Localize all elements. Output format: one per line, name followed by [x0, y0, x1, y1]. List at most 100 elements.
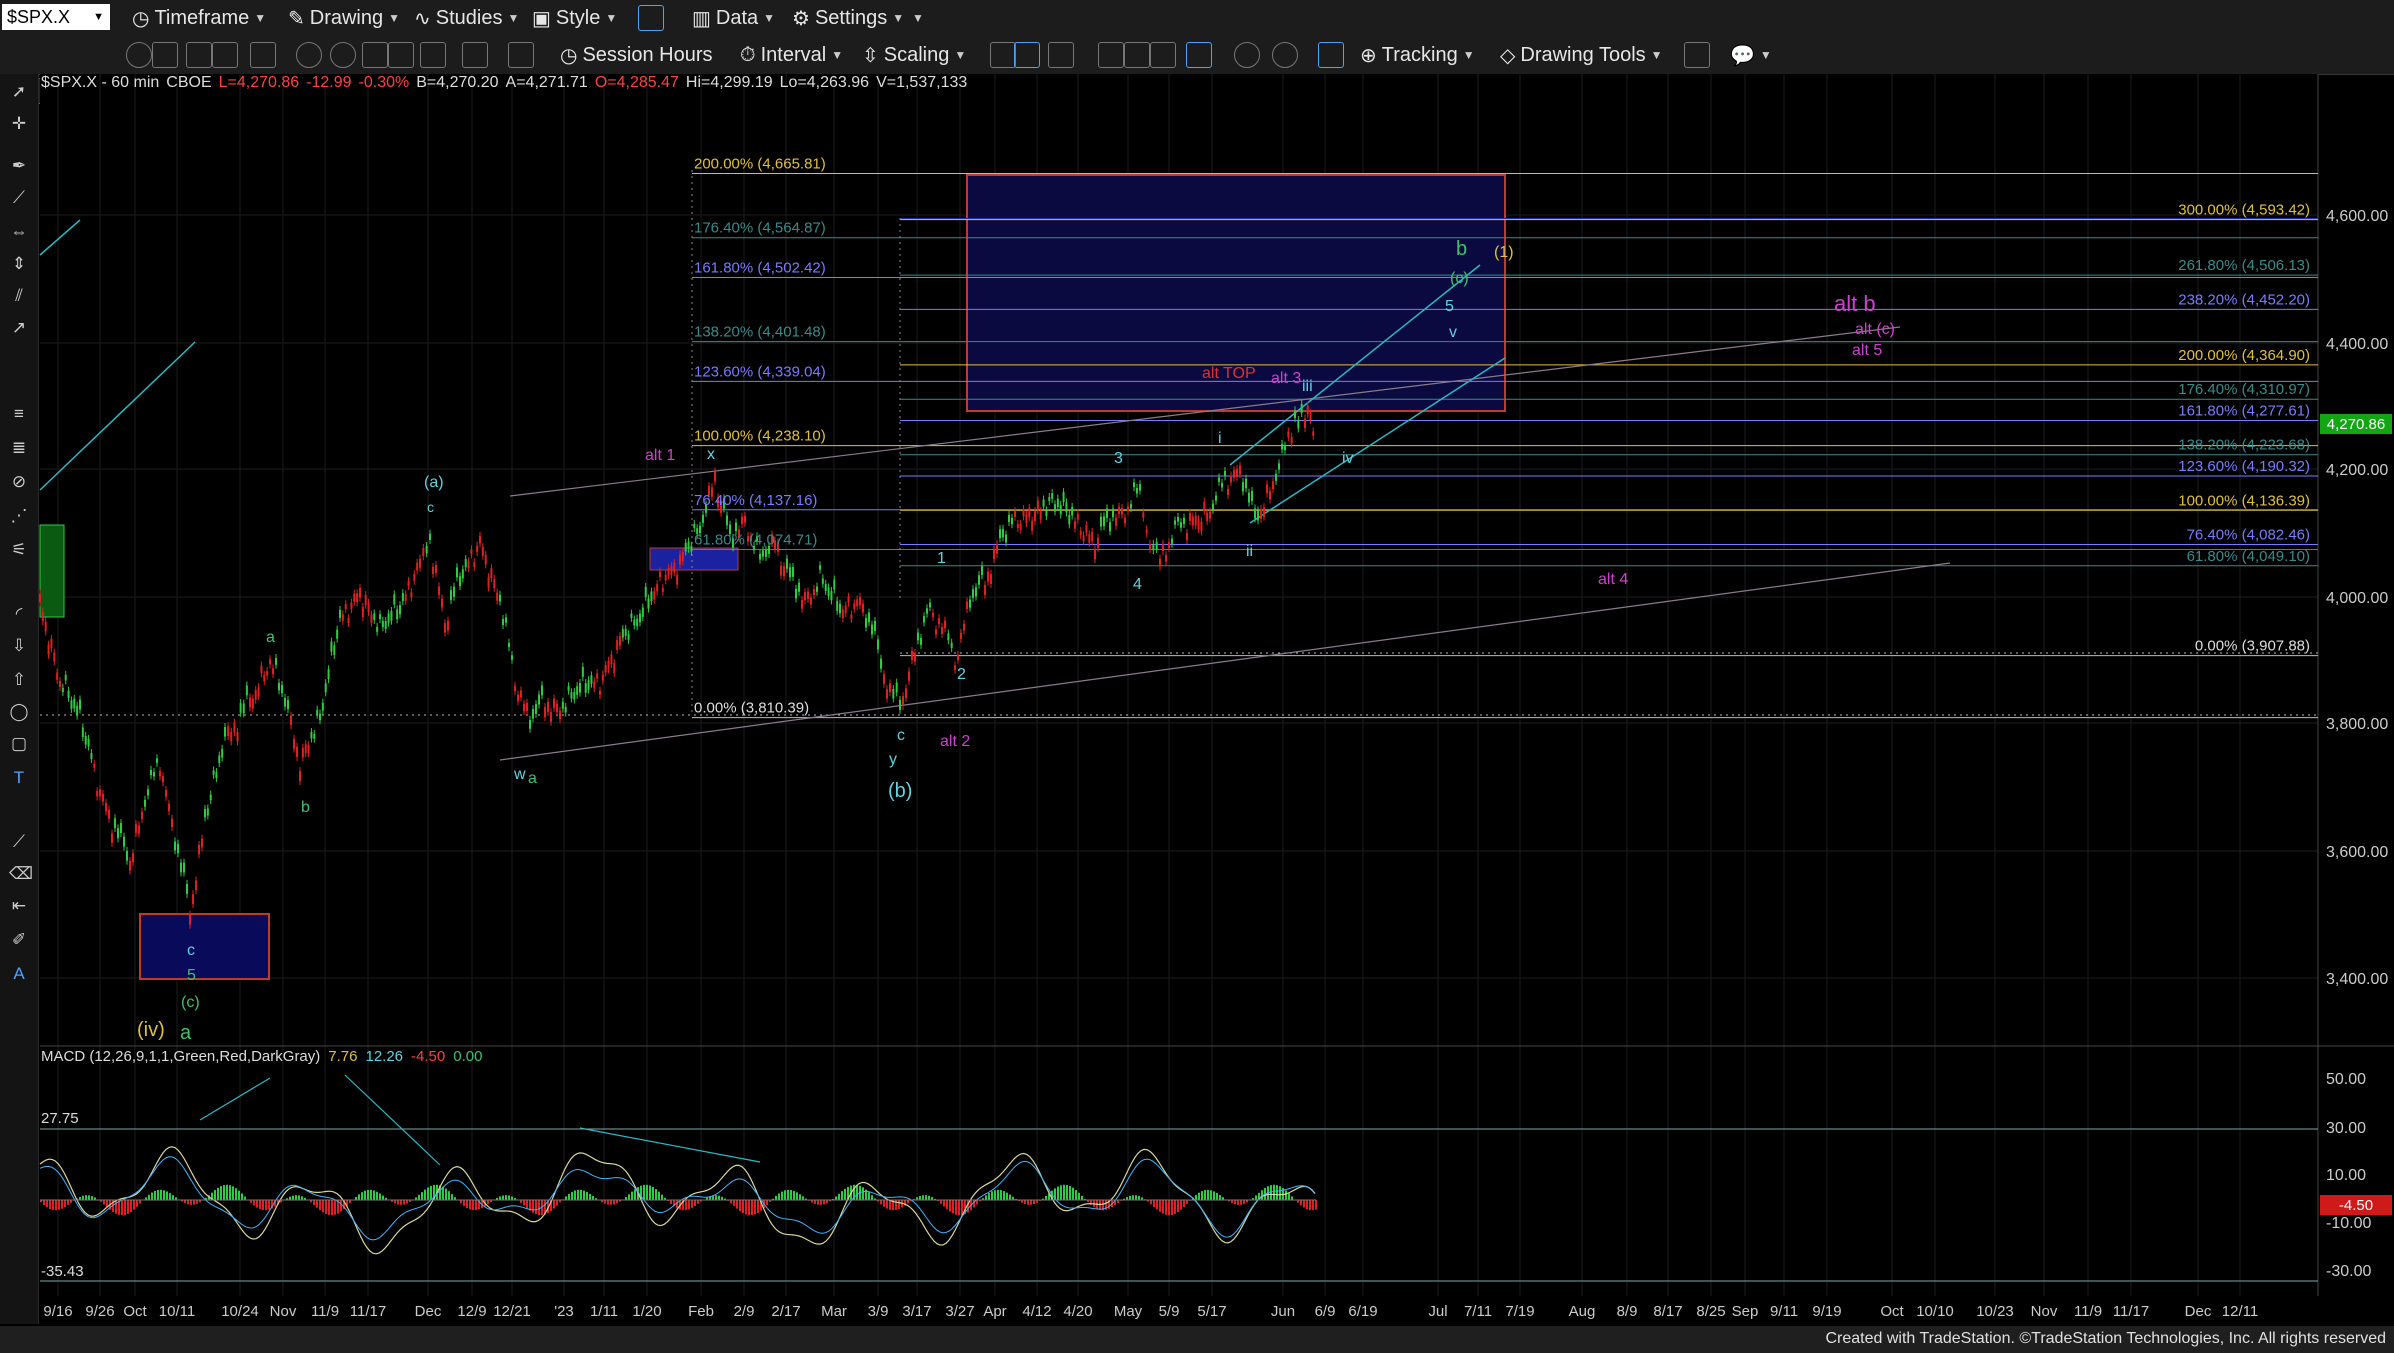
macd-bar — [448, 1191, 450, 1200]
candle-body — [1014, 511, 1016, 517]
macd-bar — [103, 1200, 105, 1205]
macd-trendline-1[interactable] — [199, 1077, 271, 1121]
candle-body — [479, 535, 481, 544]
candle-body — [1236, 468, 1238, 478]
macd-bar — [1003, 1191, 1005, 1200]
candle-body — [690, 545, 693, 552]
candle-body — [61, 687, 64, 692]
time-tick-label: Nov — [2031, 1303, 2058, 1320]
candle-body — [81, 727, 84, 738]
candle-body — [947, 633, 950, 641]
candle-body — [892, 689, 895, 699]
macd-bar — [775, 1195, 777, 1200]
price-tick-label: 3,800.00 — [2326, 716, 2388, 733]
candle-body — [1068, 514, 1071, 525]
macd-bar — [787, 1189, 789, 1200]
candle-body — [981, 565, 983, 576]
candle-body — [1297, 419, 1300, 429]
macd-bar — [475, 1200, 477, 1211]
candle-body — [461, 569, 464, 579]
macd-bar — [862, 1187, 864, 1200]
candle-body — [263, 674, 266, 682]
candle-body — [490, 568, 493, 579]
candle-body — [404, 594, 407, 601]
candle-body — [105, 803, 107, 812]
macd-bar — [742, 1200, 744, 1214]
candle-body — [301, 747, 304, 758]
macd-bar — [502, 1195, 504, 1200]
candle-body — [836, 600, 839, 611]
green-box[interactable] — [39, 524, 65, 618]
candle-body — [553, 698, 555, 708]
candle-body — [664, 574, 667, 581]
candle-body — [44, 621, 47, 632]
macd-bar — [43, 1200, 45, 1205]
macd-bar — [121, 1200, 123, 1216]
candle-body — [180, 862, 182, 873]
candle-body — [313, 733, 316, 739]
macd-trendline-3[interactable] — [579, 1127, 761, 1163]
candle-body — [783, 566, 785, 577]
candle-body — [304, 744, 307, 754]
macd-bar — [925, 1195, 927, 1200]
candle-body — [641, 607, 644, 618]
candle-body — [1312, 431, 1315, 436]
candle-body — [1269, 491, 1271, 500]
fib-right-label: 238.20% (4,452.20) — [2178, 291, 2310, 308]
candle-body — [862, 603, 864, 613]
macd-bar — [841, 1191, 843, 1200]
time-tick-label: 9/19 — [1812, 1303, 1841, 1320]
candle-body — [1186, 532, 1188, 540]
wave-label-c-paren: (c) — [181, 994, 200, 1011]
candle-body — [596, 673, 599, 679]
time-tick-label: 2/17 — [771, 1303, 800, 1320]
macd-bar — [322, 1200, 324, 1213]
price-tick-label: 4,600.00 — [2326, 208, 2388, 225]
macd-axis[interactable]: 50.00 30.00 10.00 -10.00 -30.00 — [2326, 1071, 2371, 1280]
macd-bar — [1138, 1195, 1140, 1200]
time-tick-label: Jun — [1271, 1303, 1295, 1320]
macd-bar — [259, 1200, 261, 1210]
macd-bar — [1165, 1200, 1167, 1215]
candle-body — [1266, 484, 1268, 494]
candle-body — [880, 658, 882, 669]
time-tick-label: Dec — [2185, 1303, 2212, 1320]
macd-bar — [148, 1194, 150, 1200]
candle-body — [644, 586, 647, 597]
candle-body — [786, 558, 788, 569]
candle-body — [135, 824, 137, 834]
candle-body — [453, 586, 455, 597]
candle-body — [1005, 534, 1007, 543]
support-box[interactable] — [139, 913, 270, 980]
candle-body — [177, 843, 179, 854]
time-tick-label: Mar — [821, 1303, 847, 1320]
macd-bar — [1135, 1195, 1137, 1200]
macd-bar — [784, 1190, 786, 1200]
candle-body — [541, 685, 543, 696]
macd-bar — [697, 1200, 699, 1204]
macd-bar — [400, 1200, 402, 1205]
macd-bar — [232, 1186, 234, 1200]
time-axis[interactable]: 9/16 9/26 Oct 10/11 10/24 Nov 11/9 11/17 Dec 12/9… — [40, 1296, 2318, 1326]
wave-label-4: 4 — [1133, 576, 1142, 593]
macd-bar — [1309, 1200, 1311, 1211]
candle-body — [868, 612, 870, 623]
candle-body — [1036, 500, 1039, 510]
candle-body — [587, 680, 590, 690]
price-chart[interactable]: 9/16 9/26 Oct 10/11 10/24 Nov 11/9 11/17 Dec 12/9… — [0, 0, 2394, 1353]
candle-body — [556, 703, 558, 713]
macd-bar — [223, 1185, 225, 1200]
candle-body — [141, 811, 143, 820]
macd-bar — [958, 1200, 960, 1216]
resistance-box[interactable] — [649, 547, 739, 571]
macd-bar — [91, 1196, 93, 1200]
time-tick-label: 12/21 — [493, 1303, 531, 1320]
price-axis[interactable]: 4,600.00 4,400.00 4,200.00 4,000.00 3,800.00… — [2326, 208, 2388, 988]
macd-bar — [1255, 1195, 1257, 1200]
candle-body — [741, 516, 743, 525]
macd-bar — [1069, 1185, 1071, 1200]
macd-bar — [295, 1195, 297, 1200]
macd-tick-label: -10.00 — [2326, 1215, 2371, 1232]
candle-body — [215, 772, 218, 779]
macd-trendline-2[interactable] — [344, 1074, 441, 1166]
